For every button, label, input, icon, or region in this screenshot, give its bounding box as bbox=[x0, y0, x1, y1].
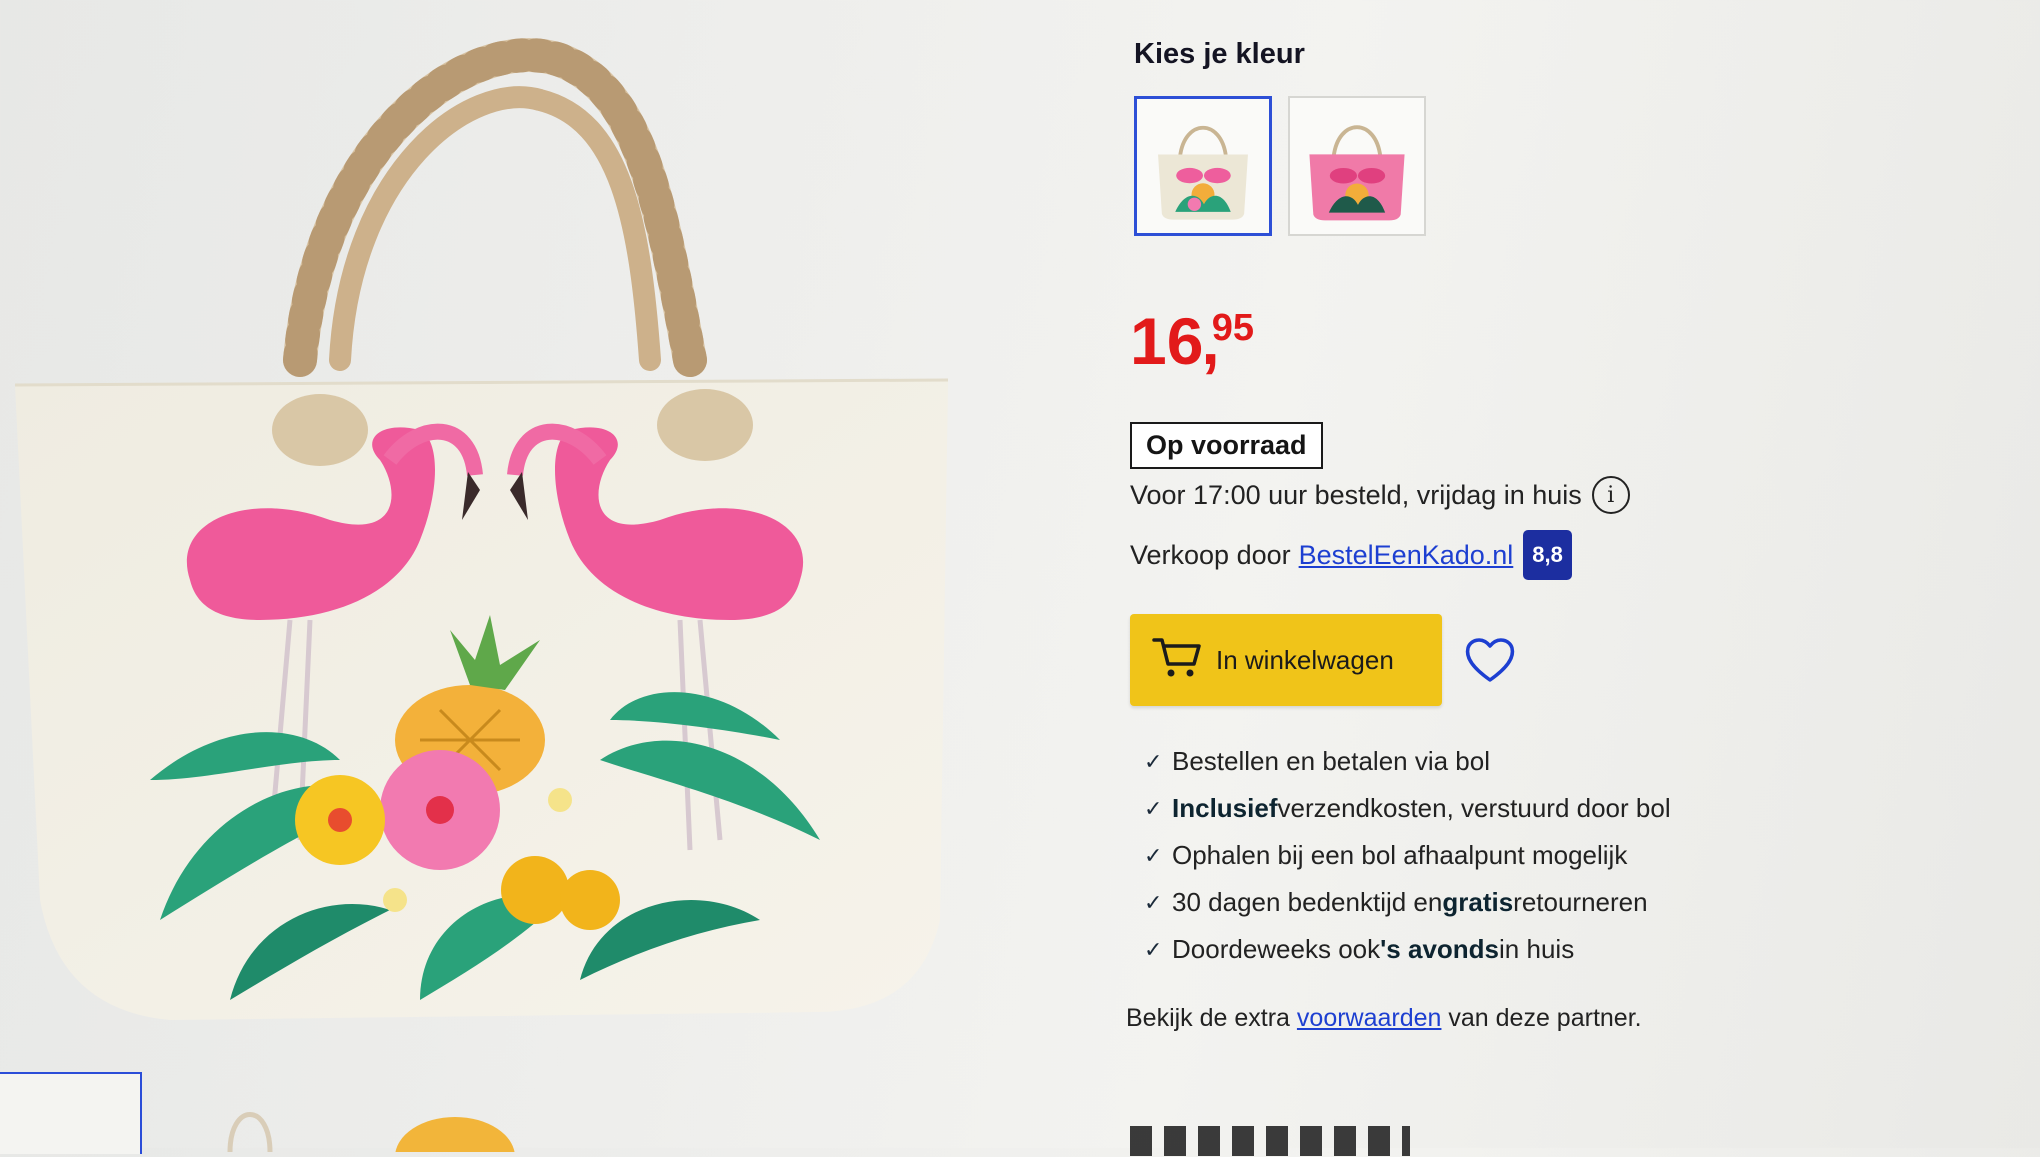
seller-prefix: Verkoop door bbox=[1130, 539, 1291, 570]
color-option-pink[interactable] bbox=[1288, 96, 1426, 236]
usp-item: ✓ Ophalen bij een bol afhaalpunt mogelijk bbox=[1144, 840, 1628, 870]
check-icon: ✓ bbox=[1144, 936, 1163, 962]
thumbnail-strip bbox=[0, 1072, 700, 1157]
usp-item: ✓ Inclusief verzendkosten, verstuurd door… bbox=[1144, 793, 1671, 823]
usp-item: ✓ Bestellen en betalen via bol bbox=[1144, 746, 1491, 776]
seller-rating-badge: 8,8 bbox=[1523, 530, 1572, 580]
seller-info: Verkoop door BestelEenKado.nl 8,8 bbox=[1130, 530, 1572, 580]
check-icon: ✓ bbox=[1144, 748, 1163, 774]
shopping-cart-icon bbox=[1152, 634, 1202, 687]
delivery-text: Voor 17:00 uur besteld, vrijdag in huis bbox=[1130, 479, 1582, 510]
product-image[interactable] bbox=[0, 20, 1000, 1040]
check-icon: ✓ bbox=[1144, 842, 1163, 868]
bag-thumbnail-natural bbox=[1158, 126, 1248, 220]
check-icon: ✓ bbox=[1144, 795, 1163, 821]
usp-item: ✓ Doordeweeks ook 's avonds in huis bbox=[1144, 934, 1575, 964]
add-to-cart-button[interactable]: In winkelwagen bbox=[1130, 614, 1442, 706]
section-heading-cut bbox=[1130, 1126, 1430, 1156]
color-option-natural[interactable] bbox=[1134, 96, 1272, 236]
thumbnail-1[interactable] bbox=[0, 1072, 142, 1154]
usp-list: ✓ Bestellen en betalen via bol ✓ Inclusief… bbox=[1144, 738, 1671, 973]
usp-item: ✓ 30 dagen bedenktijd en gratis retourner… bbox=[1144, 887, 1648, 917]
conditions-link[interactable]: voorwaarden bbox=[1297, 1004, 1442, 1032]
product-price: 16 , 95 bbox=[1130, 305, 1254, 377]
price-fraction: 95 bbox=[1211, 307, 1255, 349]
add-to-cart-label: In winkelwagen bbox=[1216, 644, 1394, 675]
check-icon: ✓ bbox=[1144, 889, 1163, 915]
thumbnail-3[interactable] bbox=[380, 1072, 530, 1157]
heart-icon bbox=[1465, 638, 1515, 682]
delivery-info: Voor 17:00 uur besteld, vrijdag in huis … bbox=[1130, 476, 1630, 514]
flamingo-bag-illustration bbox=[14, 38, 949, 1020]
wishlist-button[interactable] bbox=[1462, 632, 1518, 688]
bag-thumbnail-pink bbox=[1309, 125, 1405, 221]
info-icon[interactable]: i bbox=[1591, 476, 1630, 514]
color-picker-title: Kies je kleur bbox=[1134, 38, 1305, 70]
price-whole: 16 bbox=[1130, 304, 1204, 378]
partner-conditions: Bekijk de extra voorwaarden van deze par… bbox=[1126, 1004, 1642, 1032]
product-info-panel: Kies je kleur 16 , 95 Op voorraad Voor 1… bbox=[1126, 0, 2010, 1156]
stock-status-badge: Op voorraad bbox=[1130, 422, 1323, 469]
seller-link[interactable]: BestelEenKado.nl bbox=[1299, 540, 1514, 571]
thumbnail-2[interactable] bbox=[190, 1072, 310, 1153]
